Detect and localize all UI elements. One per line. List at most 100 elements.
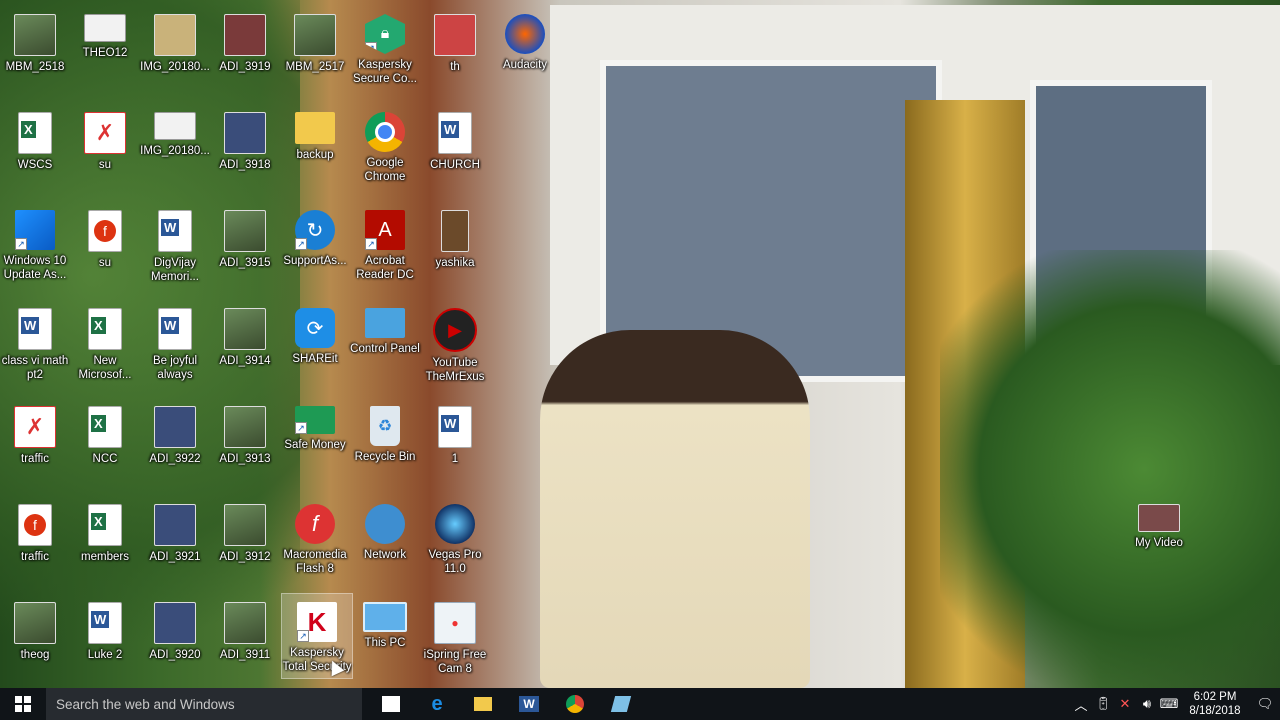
desktop-icon-adi-3912[interactable]: ADI_3912 (210, 496, 280, 580)
desktop-icon-adi-3922[interactable]: ADI_3922 (140, 398, 210, 482)
desktop-icon-audacity[interactable]: Audacity (490, 6, 560, 90)
desktop-icon-th[interactable]: th (420, 6, 490, 90)
network-icon (365, 504, 405, 544)
icon-label: Luke 2 (87, 649, 123, 661)
chrome-icon (566, 695, 584, 713)
clock[interactable]: 6:02 PM 8/18/2018 (1180, 690, 1250, 718)
desktop-icon-luke2[interactable]: Luke 2 (70, 594, 140, 678)
desktop-icon-new-microsoft[interactable]: New Microsof... (70, 300, 140, 384)
chrome-button[interactable] (552, 688, 598, 720)
icon-label: DigVijay Memori... (151, 257, 199, 283)
desktop-icon-backup[interactable]: backup (280, 104, 350, 188)
desktop-icon-adi-3921[interactable]: ADI_3921 (140, 496, 210, 580)
icon-label: Windows 10 Update As... (3, 255, 67, 281)
word-document-icon (88, 602, 122, 644)
desktop-icon-su-2[interactable]: f su (70, 202, 140, 286)
support-assist-icon: ↻ (295, 210, 335, 250)
desktop-icon-vegas-pro[interactable]: Vegas Pro 11.0 (420, 496, 490, 580)
network-status-icon[interactable]: ✕ (1114, 688, 1136, 720)
desktop-icon-adi-3920[interactable]: ADI_3920 (140, 594, 210, 678)
desktop-icon-macromedia-flash[interactable]: f Macromedia Flash 8 (280, 496, 350, 580)
edge-button[interactable]: e (414, 688, 460, 720)
desktop-icon-this-pc[interactable]: This PC (350, 594, 420, 678)
desktop-icon-wscs[interactable]: WSCS (0, 104, 70, 188)
folder-icon (474, 697, 492, 711)
desktop-icon-my-video[interactable]: My Video (1124, 496, 1194, 580)
flash-document-icon: ✗ (14, 406, 56, 448)
recycle-bin-icon: ♻ (370, 406, 400, 446)
desktop-icon-youtube-themrexus[interactable]: ▶ YouTube TheMrExus (420, 300, 490, 384)
id-card-icon (84, 14, 126, 42)
desktop-icon-traffic-2[interactable]: f traffic (0, 496, 70, 580)
desktop-icon-1[interactable]: 1 (420, 398, 490, 482)
desktop-icon-ispring-free-cam[interactable]: ● iSpring Free Cam 8 (420, 594, 490, 678)
volume-icon[interactable]: 🔊︎ (1136, 688, 1158, 720)
desktop-icon-mbm-2517[interactable]: MBM_2517 (280, 6, 350, 90)
desktop-icon-adi-3913[interactable]: ADI_3913 (210, 398, 280, 482)
desktop-icon-class-vi-math[interactable]: class vi math pt2 (0, 300, 70, 384)
icon-label: IMG_20180... (140, 61, 210, 73)
desktop-icon-adi-3914[interactable]: ADI_3914 (210, 300, 280, 384)
desktop-icon-adi-3919[interactable]: ADI_3919 (210, 6, 280, 90)
kaspersky-icon: K (297, 602, 337, 642)
chevron-up-icon: ︿ (1074, 697, 1088, 713)
icon-label: CHURCH (430, 159, 480, 171)
start-button[interactable] (0, 688, 46, 720)
desktop-icon-img-20180[interactable]: IMG_20180... (140, 6, 210, 90)
desktop-icon-church[interactable]: CHURCH (420, 104, 490, 188)
store-icon (382, 696, 400, 712)
app-button[interactable] (598, 688, 644, 720)
icon-label: traffic (21, 453, 49, 465)
icon-label: ADI_3920 (149, 649, 201, 661)
desktop-icon-recycle-bin[interactable]: ♻ Recycle Bin (350, 398, 420, 482)
photo-icon (224, 112, 266, 154)
desktop-icon-safe-money[interactable]: Safe Money (280, 398, 350, 482)
desktop-icon-img-20180-2[interactable]: IMG_20180... (140, 104, 210, 188)
control-panel-icon (365, 308, 405, 338)
desktop-icon-windows10-update[interactable]: Windows 10 Update As... (0, 202, 70, 286)
desktop-icon-kaspersky-secure-connection[interactable]: 🔒︎ Kaspersky Secure Co... (350, 6, 420, 90)
desktop-icon-su[interactable]: ✗ su (70, 104, 140, 188)
task-view-button[interactable] (368, 688, 414, 720)
desktop-icon-theo12[interactable]: THEO12 (70, 6, 140, 90)
input-indicator-icon[interactable]: ⌨︎ (1158, 688, 1180, 720)
action-center-button[interactable]: 🗨︎ (1250, 688, 1280, 720)
desktop-icon-mbm-2518[interactable]: MBM_2518 (0, 6, 70, 90)
desktop-icon-be-joyful[interactable]: Be joyful always (140, 300, 210, 384)
desktop-icon-adi-3911[interactable]: ADI_3911 (210, 594, 280, 678)
desktop-icon-digvijay[interactable]: DigVijay Memori... (140, 202, 210, 286)
show-hidden-icons-button[interactable]: ︿ (1070, 688, 1092, 720)
icon-label: su (98, 159, 112, 171)
icon-label: Acrobat Reader DC (356, 255, 414, 281)
excel-document-icon (88, 406, 122, 448)
icon-label: Recycle Bin (354, 451, 416, 463)
desktop-icon-shareit[interactable]: ⟳ SHAREit (280, 300, 350, 384)
desktop-icon-traffic[interactable]: ✗ traffic (0, 398, 70, 482)
desktop[interactable]: MBM_2518 WSCS Windows 10 Update As... cl… (0, 0, 1280, 688)
icon-label: MBM_2517 (285, 61, 345, 73)
desktop-icon-adi-3915[interactable]: ADI_3915 (210, 202, 280, 286)
icon-label: SupportAs... (283, 255, 347, 267)
desktop-icon-yashika[interactable]: yashika (420, 202, 490, 286)
power-icon[interactable]: 🔋︎ (1092, 688, 1114, 720)
photo-icon (434, 14, 476, 56)
desktop-icon-ncc[interactable]: NCC (70, 398, 140, 482)
desktop-icon-supportassist[interactable]: ↻ SupportAs... (280, 202, 350, 286)
icon-label: theog (20, 649, 50, 661)
word-button[interactable]: W (506, 688, 552, 720)
desktop-icon-network[interactable]: Network (350, 496, 420, 580)
desktop-icon-control-panel[interactable]: Control Panel (350, 300, 420, 384)
excel-document-icon (18, 112, 52, 154)
icon-label: yashika (435, 257, 475, 269)
icon-label: backup (296, 149, 334, 161)
icon-label: My Video (1135, 537, 1183, 549)
desktop-icon-members[interactable]: members (70, 496, 140, 580)
desktop-icon-adi-3918[interactable]: ADI_3918 (210, 104, 280, 188)
folder-icon (295, 112, 335, 144)
file-explorer-button[interactable] (460, 688, 506, 720)
desktop-icon-theog[interactable]: theog (0, 594, 70, 678)
desktop-icon-google-chrome[interactable]: Google Chrome (350, 104, 420, 188)
icon-label: NCC (92, 453, 118, 465)
desktop-icon-acrobat-reader[interactable]: A Acrobat Reader DC (350, 202, 420, 286)
search-box[interactable]: Search the web and Windows (46, 688, 362, 720)
